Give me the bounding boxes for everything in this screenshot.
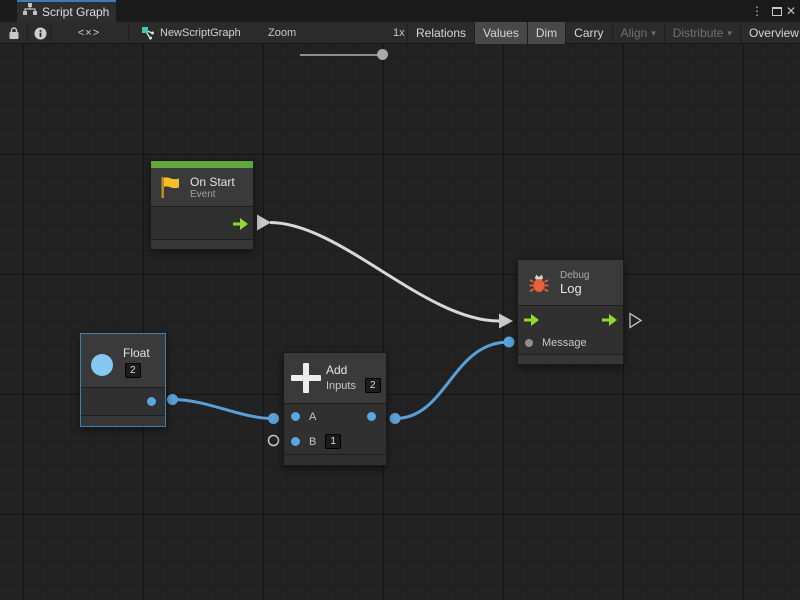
zoom-slider-knob[interactable]: [377, 49, 388, 60]
maximize-box-icon: [772, 7, 782, 16]
zoom-slider-track[interactable]: [300, 54, 384, 56]
message-row: Message: [518, 332, 623, 354]
node-header: Add Inputs 2: [284, 353, 386, 403]
port-label: B: [309, 436, 316, 448]
lock-icon[interactable]: [6, 22, 22, 44]
port-label: A: [309, 411, 316, 423]
node-title: Log: [560, 281, 589, 296]
node-subtitle: Event: [190, 189, 235, 200]
dim-button[interactable]: Dim: [527, 22, 565, 44]
node-title: On Start: [190, 175, 235, 189]
node-footer: [81, 416, 165, 426]
node-float[interactable]: Float 2: [80, 333, 166, 427]
message-input-port[interactable]: [525, 339, 533, 347]
inputs-label: Inputs: [326, 380, 356, 392]
node-header: Float 2: [81, 334, 165, 387]
float-value-field[interactable]: 2: [125, 363, 141, 378]
plus-icon: [290, 361, 322, 395]
node-ports: [151, 207, 253, 239]
node-ports: [81, 388, 165, 415]
node-footer: [151, 240, 253, 249]
zoom-label: Zoom: [268, 22, 296, 44]
chevron-down-icon: ▾: [651, 23, 656, 44]
bug-icon: [528, 272, 550, 294]
event-accent-bar: [151, 161, 253, 168]
input-b-port[interactable]: [291, 437, 300, 446]
code-view-icon[interactable]: <×>: [50, 22, 128, 44]
graph-canvas[interactable]: [0, 44, 800, 600]
trigger-output-port[interactable]: [602, 313, 617, 331]
distribute-dropdown[interactable]: Distribute▾: [664, 22, 740, 44]
window-maximize-icon[interactable]: [772, 0, 782, 22]
float-type-icon: [91, 354, 113, 376]
node-title: Float: [123, 346, 150, 360]
toolbar-buttons: Relations Values Dim Carry Align▾ Distri…: [407, 22, 800, 44]
window-close-icon[interactable]: ✕: [784, 0, 798, 22]
node-footer: [518, 355, 623, 364]
result-output-port[interactable]: [367, 412, 376, 421]
trigger-row: [518, 306, 623, 332]
tab-label: Script Graph: [42, 5, 109, 19]
info-icon[interactable]: [32, 22, 48, 44]
node-header: Debug Log: [518, 260, 623, 305]
node-debug-log[interactable]: Debug Log Message: [517, 259, 624, 365]
graph-asset-icon: [141, 26, 155, 40]
port-row-a: A: [284, 404, 386, 429]
input-a-port[interactable]: [291, 412, 300, 421]
trigger-output-port[interactable]: [233, 217, 248, 235]
carry-button[interactable]: Carry: [565, 22, 611, 44]
node-title: Add: [326, 363, 347, 377]
graph-toolbar: <×> NewScriptGraph Zoom 1x Relations Val…: [0, 22, 800, 44]
port-label: Message: [542, 337, 587, 349]
tab-bar: Script Graph ⋮ ✕: [0, 0, 800, 22]
value-output-port[interactable]: [147, 397, 156, 406]
trigger-input-port[interactable]: [524, 313, 539, 331]
graph-tree-icon: [23, 3, 37, 21]
align-dropdown[interactable]: Align▾: [612, 22, 664, 44]
toolbar-separator: [27, 24, 28, 42]
node-header: On Start Event: [151, 168, 253, 206]
tab-script-graph[interactable]: Script Graph: [17, 0, 116, 22]
overview-button[interactable]: Overview: [740, 22, 800, 44]
window-menu-icon[interactable]: ⋮: [750, 0, 764, 22]
port-row-b: B 1: [284, 429, 386, 454]
graph-name[interactable]: NewScriptGraph: [141, 22, 241, 44]
b-value-field[interactable]: 1: [325, 434, 341, 449]
script-graph-window: Script Graph ⋮ ✕ <×>: [0, 0, 800, 600]
zoom-value: 1x: [393, 22, 405, 44]
graph-name-label: NewScriptGraph: [160, 27, 241, 39]
node-kind: Debug: [560, 270, 589, 281]
chevron-down-icon: ▾: [727, 23, 732, 44]
toolbar-separator: [128, 24, 129, 42]
relations-button[interactable]: Relations: [407, 22, 474, 44]
values-button[interactable]: Values: [474, 22, 527, 44]
inputs-count-field[interactable]: 2: [365, 378, 381, 393]
node-on-start[interactable]: On Start Event: [150, 160, 254, 250]
node-add[interactable]: Add Inputs 2 A B 1: [283, 352, 387, 466]
flag-icon: [159, 175, 182, 199]
